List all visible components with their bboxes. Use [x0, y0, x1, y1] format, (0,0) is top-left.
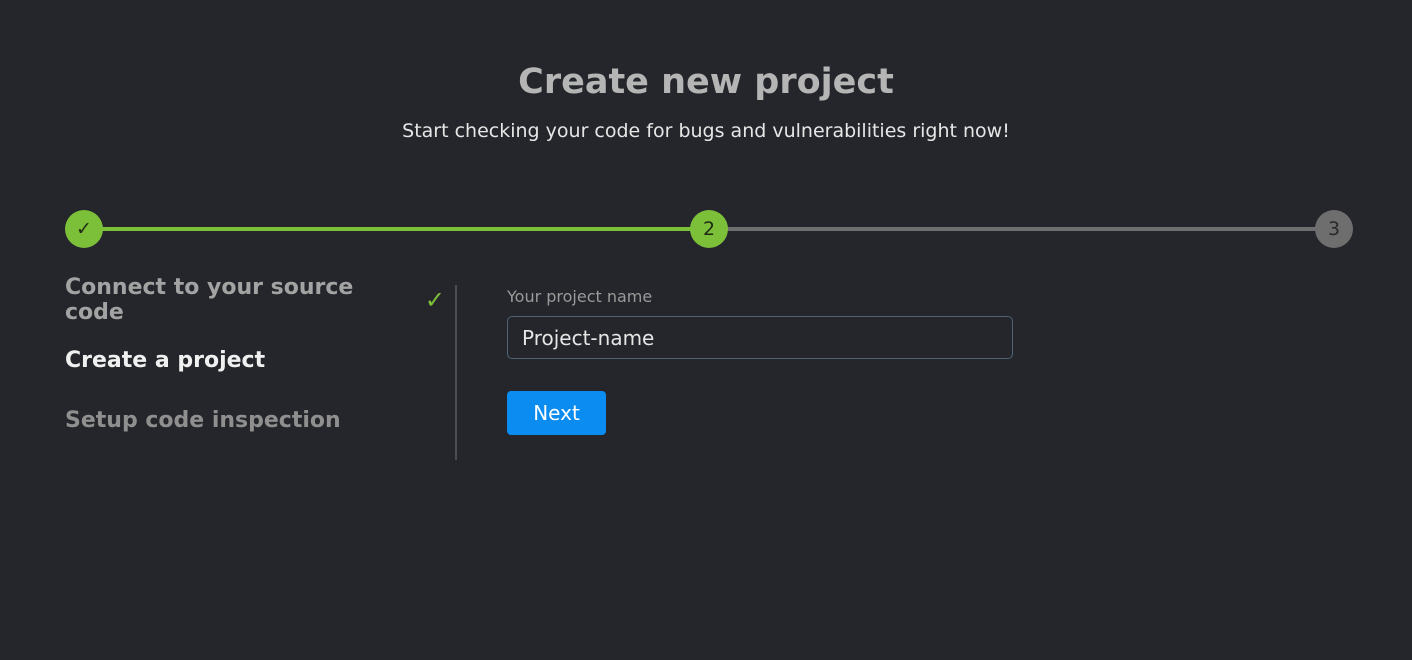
stepper-track-remaining [710, 227, 1335, 231]
page-subtitle: Start checking your code for bugs and vu… [402, 120, 1010, 142]
check-icon: ✓ [424, 286, 445, 314]
step-1-check-icon: ✓ [65, 210, 103, 248]
step-3-indicator: 3 [1315, 210, 1353, 248]
nav-step-connect-source[interactable]: Connect to your source code ✓ [65, 270, 445, 330]
stepper-track-completed [84, 227, 710, 231]
project-form: Your project name Next [507, 286, 1013, 435]
project-name-input[interactable] [507, 316, 1013, 359]
create-project-page: Create new project Start checking your c… [0, 0, 1412, 660]
nav-step-create-project: Create a project [65, 330, 445, 390]
next-button[interactable]: Next [507, 391, 606, 435]
project-name-label: Your project name [507, 287, 653, 306]
step-2-indicator: 2 [690, 210, 728, 248]
nav-step-label: Create a project [65, 347, 266, 373]
steps-nav: Connect to your source code ✓ Create a p… [65, 275, 445, 465]
nav-step-setup-inspection: Setup code inspection [65, 390, 445, 450]
section-divider [455, 285, 457, 460]
nav-step-label: Setup code inspection [65, 407, 341, 433]
progress-stepper: ✓ 2 3 [65, 210, 1353, 248]
page-title: Create new project [518, 62, 894, 102]
nav-step-label: Connect to your source code [65, 275, 354, 325]
